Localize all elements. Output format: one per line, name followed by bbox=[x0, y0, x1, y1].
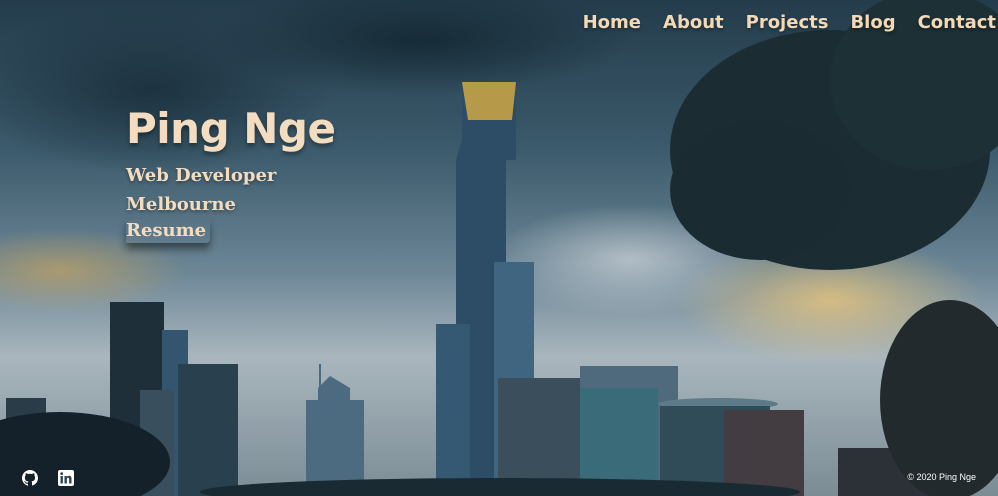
nav-blog-link[interactable]: Blog bbox=[850, 12, 895, 33]
resume-link[interactable]: Resume bbox=[126, 219, 210, 243]
hero-location: Melbourne bbox=[126, 194, 236, 215]
hero-intro: Ping Nge Web Developer Melbourne Resume bbox=[126, 104, 336, 243]
hero-name: Ping Nge bbox=[126, 104, 336, 153]
nav-projects-link[interactable]: Projects bbox=[746, 12, 829, 33]
github-link[interactable] bbox=[22, 470, 38, 486]
nav-about-link[interactable]: About bbox=[663, 12, 724, 33]
linkedin-icon bbox=[58, 470, 74, 486]
linkedin-link[interactable] bbox=[58, 470, 74, 486]
github-icon bbox=[22, 470, 38, 486]
city-skyline-photo bbox=[0, 0, 998, 496]
social-links bbox=[22, 470, 74, 486]
top-nav: Home About Projects Blog Contact bbox=[583, 12, 996, 33]
nav-home-link[interactable]: Home bbox=[583, 12, 641, 33]
nav-contact-link[interactable]: Contact bbox=[918, 12, 996, 33]
hero-role: Web Developer bbox=[126, 165, 277, 186]
copyright-text: © 2020 Ping Nge bbox=[907, 472, 976, 482]
